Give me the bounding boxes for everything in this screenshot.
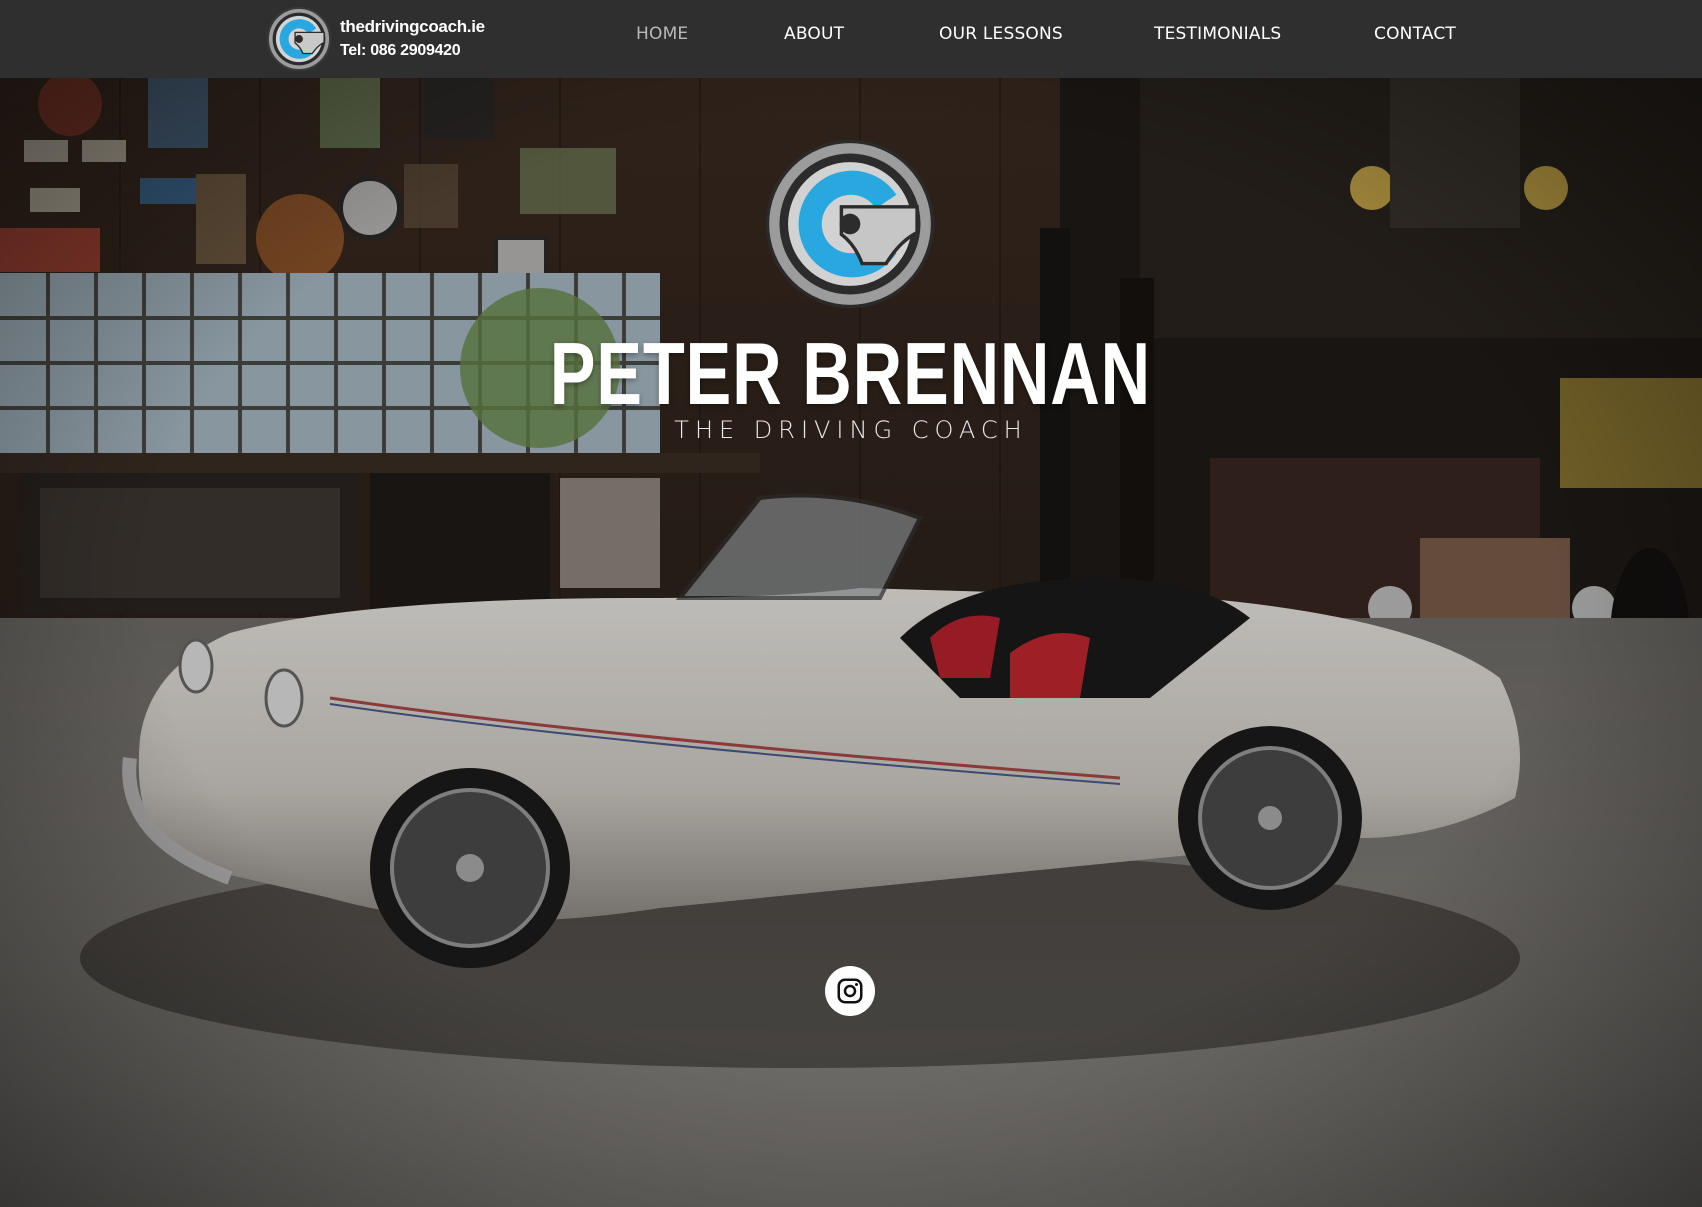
- brand-text: thedrivingcoach.ie Tel: 086 2909420: [340, 15, 485, 63]
- nav-testimonials[interactable]: TESTIMONIALS: [1154, 24, 1281, 44]
- brand-site-name: thedrivingcoach.ie: [340, 17, 485, 36]
- nav-contact[interactable]: CONTACT: [1374, 24, 1456, 44]
- steering-wheel-logo-icon: [266, 6, 332, 72]
- top-navigation-bar: thedrivingcoach.ie Tel: 086 2909420 HOME…: [0, 0, 1702, 78]
- brand-telephone: Tel: 086 2909420: [340, 42, 461, 59]
- nav-our-lessons[interactable]: OUR LESSONS: [939, 24, 1063, 44]
- hero-section: PETER BRENNAN THE DRIVING COACH: [0, 78, 1702, 1207]
- instagram-link[interactable]: [825, 966, 875, 1016]
- hero-title: PETER BRENNAN: [549, 324, 1151, 423]
- instagram-icon: [837, 978, 863, 1004]
- nav-about[interactable]: ABOUT: [784, 24, 844, 44]
- brand-link[interactable]: thedrivingcoach.ie Tel: 086 2909420: [266, 5, 485, 73]
- nav-home[interactable]: HOME: [636, 24, 688, 44]
- hero-steering-wheel-logo-icon: [764, 138, 936, 310]
- hero-subtitle: THE DRIVING COACH: [674, 416, 1028, 444]
